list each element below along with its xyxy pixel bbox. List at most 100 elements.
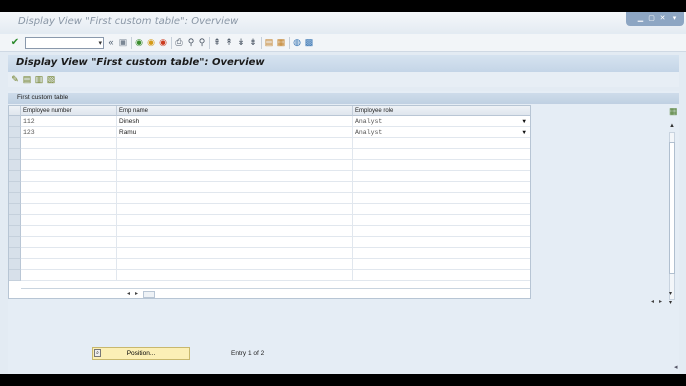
row-selector[interactable] <box>9 226 21 237</box>
row-selector[interactable] <box>9 149 21 160</box>
sap-window: Display View "First custom table": Overv… <box>0 12 686 374</box>
last-page-icon[interactable]: ⇟ <box>248 37 258 48</box>
column-header-employee-role[interactable]: Employee role <box>353 106 530 116</box>
empty-cell <box>117 270 353 281</box>
select-all-rows-button[interactable] <box>9 106 21 116</box>
empty-table-row[interactable] <box>21 237 530 248</box>
previous-page-icon[interactable]: ↟ <box>224 37 234 48</box>
command-dropdown-icon[interactable]: ▾ <box>98 38 102 49</box>
empty-cell <box>21 215 117 226</box>
table-row[interactable]: 123 Ramu Analyst ▼ <box>21 127 530 138</box>
first-page-icon[interactable]: ⇞ <box>212 37 222 48</box>
row-selector[interactable] <box>9 237 21 248</box>
maximize-icon[interactable]: ▢ <box>647 15 656 23</box>
row-selector[interactable] <box>9 160 21 171</box>
data-table: Employee number Emp name Employee role 1… <box>8 105 531 299</box>
command-field[interactable]: ▾ <box>25 37 104 49</box>
table-title: First custom table <box>17 94 69 101</box>
print-icon[interactable]: ⎙ <box>174 37 184 48</box>
empty-table-row[interactable] <box>21 215 530 226</box>
create-session-icon[interactable]: ▤ <box>264 37 274 48</box>
empty-table-row[interactable] <box>21 259 530 270</box>
column-header-employee-number[interactable]: Employee number <box>21 106 117 116</box>
enter-icon[interactable]: ✔ <box>10 37 20 48</box>
find-next-icon[interactable]: ⚲ <box>197 37 207 48</box>
table-row[interactable]: 112 Dinesh Analyst ▼ <box>21 116 530 127</box>
row-selector[interactable] <box>9 193 21 204</box>
employee-role-value: Analyst <box>355 118 383 125</box>
page-title: Display View "First custom table": Overv… <box>16 57 265 68</box>
close-icon[interactable]: ✕ <box>658 15 667 23</box>
row-selector[interactable] <box>9 127 21 138</box>
empty-cell <box>353 193 530 204</box>
empty-table-row[interactable] <box>21 160 530 171</box>
horizontal-scroll-thumb[interactable] <box>143 291 155 298</box>
customize-layout-icon[interactable]: ▩ <box>304 37 314 48</box>
empty-table-row[interactable] <box>21 226 530 237</box>
screen-header: Display View "First custom table": Overv… <box>8 55 679 72</box>
row-selector[interactable] <box>9 182 21 193</box>
toolbar-separator <box>171 37 172 49</box>
empty-cell <box>117 160 353 171</box>
save-icon[interactable]: ▣ <box>118 37 128 48</box>
empty-table-row[interactable] <box>21 248 530 259</box>
scroll-left-icon[interactable]: ◂ <box>127 290 130 297</box>
row-selector[interactable] <box>9 270 21 281</box>
position-button[interactable]: Position... <box>92 347 190 360</box>
empty-table-row[interactable] <box>21 193 530 204</box>
empty-cell <box>353 226 530 237</box>
print-list-icon[interactable]: ▧ <box>46 74 56 85</box>
table-side-area <box>531 105 668 299</box>
column-header-emp-name[interactable]: Emp name <box>117 106 353 116</box>
dropdown-arrow-icon[interactable]: ▼ <box>522 116 526 127</box>
row-selector[interactable] <box>9 138 21 149</box>
next-page-icon[interactable]: ↡ <box>236 37 246 48</box>
employee-number-cell: 112 <box>21 116 117 127</box>
scroll-down-icon[interactable]: ▾ <box>669 290 672 297</box>
empty-cell <box>117 259 353 270</box>
back-icon[interactable]: ◉ <box>134 37 144 48</box>
display-change-icon[interactable]: ✎ <box>10 74 20 85</box>
scroll-up-icon[interactable]: ▲ <box>669 123 675 129</box>
cancel-icon[interactable]: ◉ <box>158 37 168 48</box>
table-settings-icon[interactable]: ▦ <box>669 106 678 117</box>
employee-role-cell[interactable]: Analyst ▼ <box>353 116 530 127</box>
empty-table-row[interactable] <box>21 138 530 149</box>
exit-icon[interactable]: ◉ <box>146 37 156 48</box>
customize-icon[interactable]: ▾ <box>670 15 679 23</box>
employee-role-cell[interactable]: Analyst ▼ <box>353 127 530 138</box>
scroll-right-icon[interactable]: ▸ <box>659 298 662 305</box>
row-selector[interactable] <box>9 116 21 127</box>
empty-table-row[interactable] <box>21 204 530 215</box>
dropdown-arrow-icon[interactable]: ▼ <box>522 127 526 138</box>
scroll-left-icon[interactable]: ◂ <box>651 298 654 305</box>
select-all-icon[interactable]: ▤ <box>22 74 32 85</box>
empty-cell <box>353 259 530 270</box>
row-selector[interactable] <box>9 171 21 182</box>
toolbar-separator <box>131 37 132 49</box>
row-selector[interactable] <box>9 259 21 270</box>
row-selector[interactable] <box>9 204 21 215</box>
minimize-icon[interactable]: ▁ <box>636 15 645 23</box>
empty-cell <box>117 193 353 204</box>
scroll-bottom-icon[interactable]: ▾ <box>669 299 672 306</box>
deselect-all-icon[interactable]: ▥ <box>34 74 44 85</box>
empty-cell <box>353 248 530 259</box>
empty-cell <box>21 237 117 248</box>
row-selector[interactable] <box>9 215 21 226</box>
scroll-right-icon[interactable]: ▸ <box>135 290 138 297</box>
empty-table-row[interactable] <box>21 171 530 182</box>
help-icon[interactable]: ◍ <box>292 37 302 48</box>
empty-table-row[interactable] <box>21 149 530 160</box>
status-collapse-icon[interactable]: ◂ <box>674 363 678 371</box>
shortcut-icon[interactable]: ▦ <box>276 37 286 48</box>
empty-cell <box>353 138 530 149</box>
vertical-scroll-thumb[interactable] <box>669 142 675 274</box>
back-double-arrow-icon[interactable]: « <box>106 37 116 48</box>
empty-cell <box>117 237 353 248</box>
row-selector[interactable] <box>9 248 21 259</box>
empty-cell <box>117 226 353 237</box>
empty-table-row[interactable] <box>21 182 530 193</box>
find-icon[interactable]: ⚲ <box>186 37 196 48</box>
empty-table-row[interactable] <box>21 270 530 281</box>
